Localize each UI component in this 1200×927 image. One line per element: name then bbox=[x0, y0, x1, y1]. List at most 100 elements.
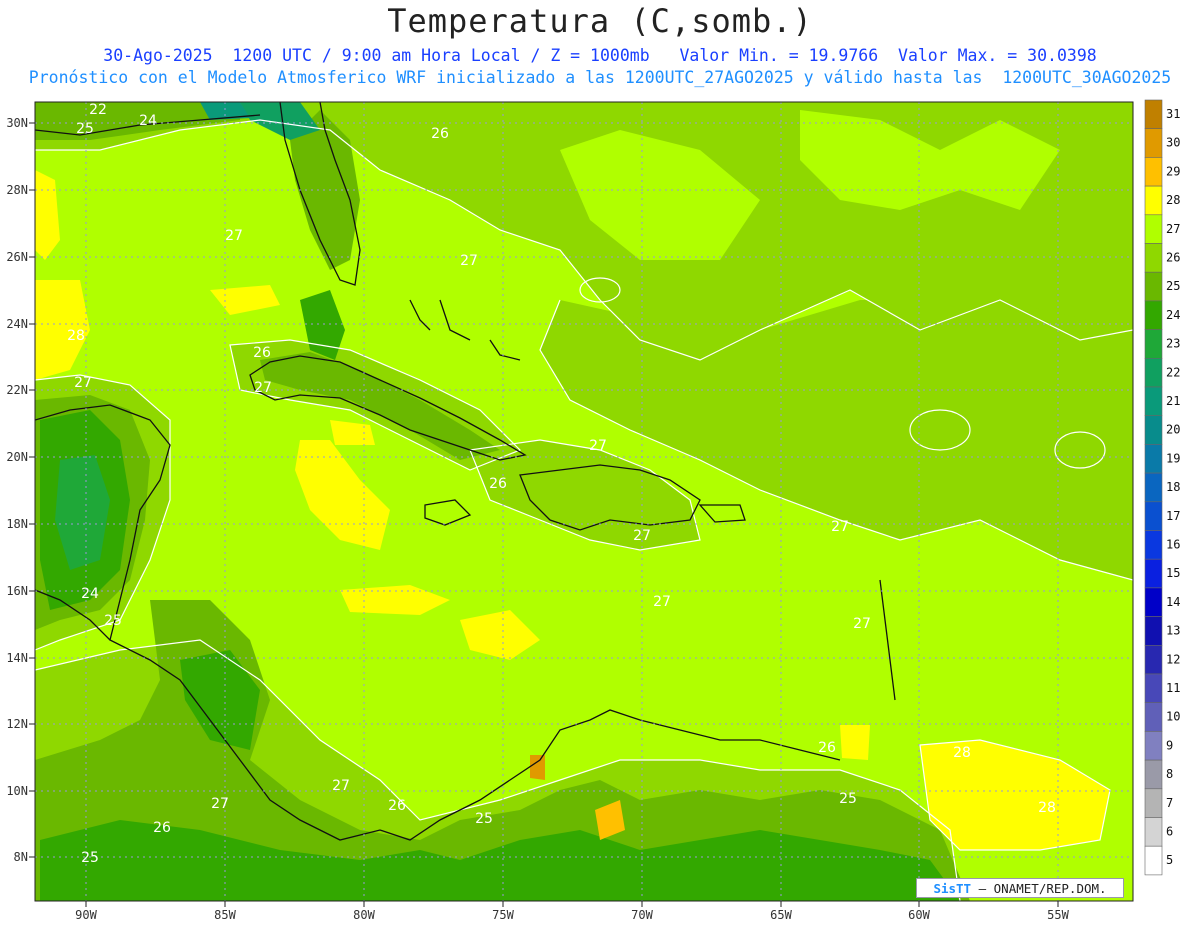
colorbar-swatch bbox=[1144, 616, 1163, 646]
colorbar-swatch bbox=[1144, 415, 1163, 445]
credit-box: SisTT – ONAMET/REP.DOM. bbox=[916, 878, 1124, 898]
contour-label: 28 bbox=[1038, 800, 1056, 816]
colorbar-swatch bbox=[1144, 845, 1163, 876]
contour-label: 28 bbox=[67, 328, 85, 344]
contour-label: 25 bbox=[475, 811, 493, 827]
lon-tick-label: 60W bbox=[908, 908, 930, 922]
colorbar-swatch bbox=[1144, 817, 1163, 847]
colorbar: 31 30 29 28 27 26 25 24 23 22 21 20 19 18 17 16 15 14 13 12… bbox=[1144, 99, 1180, 876]
colorbar-label: 11 bbox=[1166, 681, 1180, 695]
colorbar-label: 25 bbox=[1166, 279, 1180, 293]
lat-tick-label: 8N bbox=[14, 850, 28, 864]
colorbar-label: 31 bbox=[1166, 107, 1180, 121]
colorbar-label: 10 bbox=[1166, 710, 1180, 724]
colorbar-swatch bbox=[1144, 243, 1163, 273]
colorbar-label: 18 bbox=[1166, 480, 1180, 494]
longitude-axis: 90W 85W 80W 75W 70W 65W 60W 55W bbox=[75, 901, 1070, 922]
contour-label: 22 bbox=[89, 102, 107, 118]
colorbar-label: 23 bbox=[1166, 337, 1180, 351]
contour-label: 24 bbox=[139, 113, 157, 129]
colorbar-label: 15 bbox=[1166, 566, 1180, 580]
contour-label: 27 bbox=[74, 375, 92, 391]
colorbar-swatch bbox=[1144, 357, 1163, 388]
contour-label: 26 bbox=[153, 820, 171, 836]
lon-tick-label: 85W bbox=[214, 908, 236, 922]
colorbar-swatch bbox=[1144, 673, 1163, 704]
lat-tick-label: 16N bbox=[6, 584, 28, 598]
colorbar-label: 29 bbox=[1166, 164, 1180, 178]
contour-label: 28 bbox=[953, 745, 971, 761]
colorbar-swatch bbox=[1144, 128, 1163, 158]
lat-tick-label: 20N bbox=[6, 450, 28, 464]
lat-tick-label: 18N bbox=[6, 517, 28, 531]
colorbar-label: 12 bbox=[1166, 652, 1180, 666]
contour-label: 27 bbox=[460, 253, 478, 269]
contour-label: 26 bbox=[388, 798, 406, 814]
colorbar-label: 14 bbox=[1166, 595, 1180, 609]
contour-label: 26 bbox=[818, 740, 836, 756]
contour-label: 27 bbox=[225, 228, 243, 244]
contour-label: 24 bbox=[81, 586, 99, 602]
lat-tick-label: 26N bbox=[6, 250, 28, 264]
colorbar-label: 7 bbox=[1166, 796, 1173, 810]
colorbar-swatch bbox=[1144, 99, 1163, 130]
latitude-axis: 30N 28N 26N 24N 22N 20N 18N 16N 14N 12N 10N 8N bbox=[6, 116, 35, 864]
colorbar-swatch bbox=[1144, 587, 1163, 617]
colorbar-swatch bbox=[1144, 271, 1163, 302]
colorbar-label: 5 bbox=[1166, 853, 1173, 867]
contour-label: 25 bbox=[76, 121, 94, 137]
colorbar-label: 9 bbox=[1166, 738, 1173, 752]
lat-tick-label: 14N bbox=[6, 651, 28, 665]
colorbar-label: 8 bbox=[1166, 767, 1173, 781]
colorbar-swatch bbox=[1144, 157, 1163, 187]
lat-tick-label: 28N bbox=[6, 183, 28, 197]
colorbar-swatch bbox=[1144, 558, 1163, 589]
contour-label: 25 bbox=[839, 791, 857, 807]
region-30-south bbox=[530, 755, 545, 780]
colorbar-swatch bbox=[1144, 185, 1163, 216]
contour-label: 27 bbox=[853, 616, 871, 632]
colorbar-label: 20 bbox=[1166, 423, 1180, 437]
colorbar-label: 27 bbox=[1166, 222, 1180, 236]
colorbar-swatch bbox=[1144, 444, 1163, 474]
contour-label: 27 bbox=[589, 438, 607, 454]
lat-tick-label: 24N bbox=[6, 317, 28, 331]
colorbar-swatch bbox=[1144, 530, 1163, 560]
contour-label: 25 bbox=[104, 613, 122, 629]
colorbar-swatch bbox=[1144, 386, 1163, 417]
colorbar-label: 30 bbox=[1166, 136, 1180, 150]
colorbar-swatch bbox=[1144, 214, 1163, 244]
colorbar-label: 22 bbox=[1166, 365, 1180, 379]
lat-tick-label: 10N bbox=[6, 784, 28, 798]
lon-tick-label: 70W bbox=[631, 908, 653, 922]
sistt-logo: SisTT bbox=[933, 881, 972, 896]
colorbar-swatch bbox=[1144, 300, 1163, 330]
colorbar-swatch bbox=[1144, 501, 1163, 531]
colorbar-swatch bbox=[1144, 644, 1163, 675]
region-28-antilles bbox=[840, 725, 870, 760]
colorbar-swatch bbox=[1144, 702, 1163, 732]
colorbar-swatch bbox=[1144, 472, 1163, 503]
colorbar-label: 16 bbox=[1166, 538, 1180, 552]
colorbar-label: 24 bbox=[1166, 308, 1180, 322]
contour-label: 27 bbox=[211, 796, 229, 812]
contour-label: 25 bbox=[81, 850, 99, 866]
colorbar-label: 13 bbox=[1166, 624, 1180, 638]
colorbar-swatch bbox=[1144, 731, 1163, 761]
map-field: 22 24 25 26 27 27 28 27 26 27 27 26 27 27 27 27 26 24 25 27… bbox=[35, 102, 1133, 901]
contour-label: 26 bbox=[489, 476, 507, 492]
lat-tick-label: 12N bbox=[6, 717, 28, 731]
colorbar-label: 28 bbox=[1166, 193, 1180, 207]
contour-label: 27 bbox=[653, 594, 671, 610]
lon-tick-label: 65W bbox=[770, 908, 792, 922]
lon-tick-label: 80W bbox=[353, 908, 375, 922]
lon-tick-label: 75W bbox=[492, 908, 514, 922]
colorbar-label: 19 bbox=[1166, 451, 1180, 465]
colorbar-label: 26 bbox=[1166, 251, 1180, 265]
colorbar-swatch bbox=[1144, 759, 1163, 790]
lon-tick-label: 55W bbox=[1047, 908, 1069, 922]
colorbar-label: 6 bbox=[1166, 825, 1173, 839]
contour-label: 27 bbox=[633, 528, 651, 544]
colorbar-label: 17 bbox=[1166, 509, 1180, 523]
contour-label: 27 bbox=[254, 380, 272, 396]
